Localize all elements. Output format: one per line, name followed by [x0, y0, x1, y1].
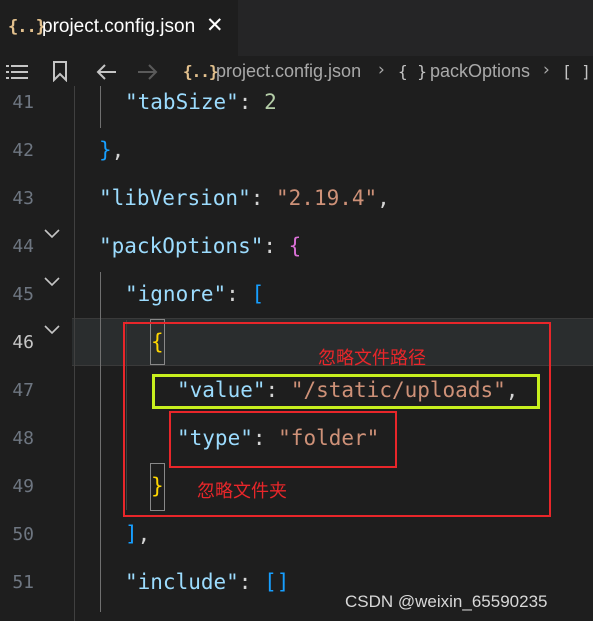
line-number: 47: [12, 380, 34, 401]
line-number: 51: [12, 572, 34, 593]
line-number-active: 46: [12, 332, 34, 353]
code-line-45: "ignore": [: [125, 282, 265, 306]
bookmark-icon[interactable]: [52, 61, 68, 82]
tab-project-config[interactable]: {..} project.config.json ✕: [0, 0, 238, 56]
list-icon[interactable]: [6, 63, 28, 81]
red-annotation-box-inner: [169, 411, 397, 468]
indent-guide: [100, 272, 101, 612]
line-number: 41: [12, 92, 34, 113]
code-line-41: "tabSize": 2: [125, 90, 277, 114]
code-line-50: ],: [125, 522, 151, 546]
indent-guide: [100, 86, 101, 128]
code-line-42: },: [99, 138, 125, 162]
tab-bar: {..} project.config.json ✕: [0, 0, 593, 56]
line-number: 48: [12, 428, 34, 449]
json-file-icon: {..}: [8, 17, 46, 37]
json-file-icon: {..}: [183, 62, 219, 81]
chevron-down-icon[interactable]: [44, 277, 60, 287]
line-number: 49: [12, 476, 34, 497]
forward-arrow-icon[interactable]: [137, 63, 159, 81]
breadcrumb: {..} project.config.json › { } packOptio…: [0, 56, 593, 86]
chevron-right-icon: ›: [378, 60, 385, 80]
line-number: 50: [12, 524, 34, 545]
back-arrow-icon[interactable]: [95, 63, 117, 81]
breadcrumb-packoptions[interactable]: packOptions: [430, 61, 530, 82]
object-icon: { }: [398, 62, 427, 81]
green-annotation-box: [152, 374, 540, 409]
chevron-down-icon[interactable]: [44, 229, 60, 239]
breadcrumb-file[interactable]: project.config.json: [216, 61, 361, 82]
line-number: 43: [12, 188, 34, 209]
line-number: 42: [12, 140, 34, 161]
line-number: 45: [12, 284, 34, 305]
line-number: 44: [12, 236, 34, 257]
code-line-44: "packOptions": {: [99, 234, 302, 258]
array-icon: [ ]: [562, 62, 591, 81]
code-line-51: "include": []: [125, 570, 290, 594]
chevron-down-icon[interactable]: [44, 325, 60, 335]
code-line-43: "libVersion": "2.19.4",: [99, 186, 390, 210]
tab-title: project.config.json: [42, 16, 196, 37]
annotation-ignore-folder: 忽略文件夹: [197, 481, 287, 502]
indent-guide: [74, 86, 75, 621]
chevron-right-icon: ›: [543, 60, 550, 80]
watermark: CSDN @weixin_65590235: [345, 592, 548, 611]
annotation-ignore-path: 忽略文件路径: [318, 348, 426, 369]
close-icon[interactable]: ✕: [206, 13, 224, 37]
